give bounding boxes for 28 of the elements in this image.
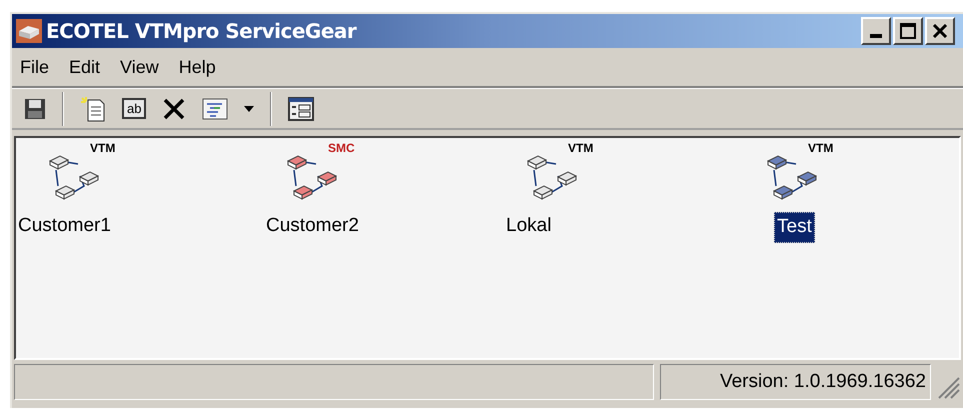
details-view-icon[interactable] [288,96,314,120]
close-icon [932,24,948,38]
properties-icon[interactable] [202,98,228,120]
minimize-button[interactable] [861,17,891,45]
device-type-label: SMC [328,142,355,154]
app-icon [16,19,42,43]
rename-button[interactable]: ab [122,98,146,119]
device-type-label: VTM [808,142,834,154]
maximize-button[interactable] [893,17,923,45]
close-button[interactable] [925,17,955,45]
menu-item[interactable]: View [120,54,159,80]
minimize-icon [870,34,882,38]
dropdown-arrow-icon[interactable] [244,106,254,112]
menu-item[interactable]: Edit [69,54,100,80]
item-label[interactable]: Customer2 [264,212,361,240]
menu-item[interactable]: File [20,54,50,80]
menu-item[interactable]: Help [178,54,216,80]
window-title: ECOTEL VTMpro ServiceGear [46,18,356,45]
device-type-label: VTM [90,142,116,154]
new-document-icon[interactable] [80,96,106,122]
item-label[interactable]: Test [774,212,815,242]
item-label[interactable]: Customer1 [16,212,113,240]
delete-icon[interactable] [162,96,186,120]
item-label[interactable]: Lokal [504,212,554,240]
device-type-label: VTM [568,142,594,154]
version-text: Version: 1.0.1969.16362 [660,364,931,400]
save-icon[interactable] [24,98,46,120]
maximize-icon [900,23,916,39]
